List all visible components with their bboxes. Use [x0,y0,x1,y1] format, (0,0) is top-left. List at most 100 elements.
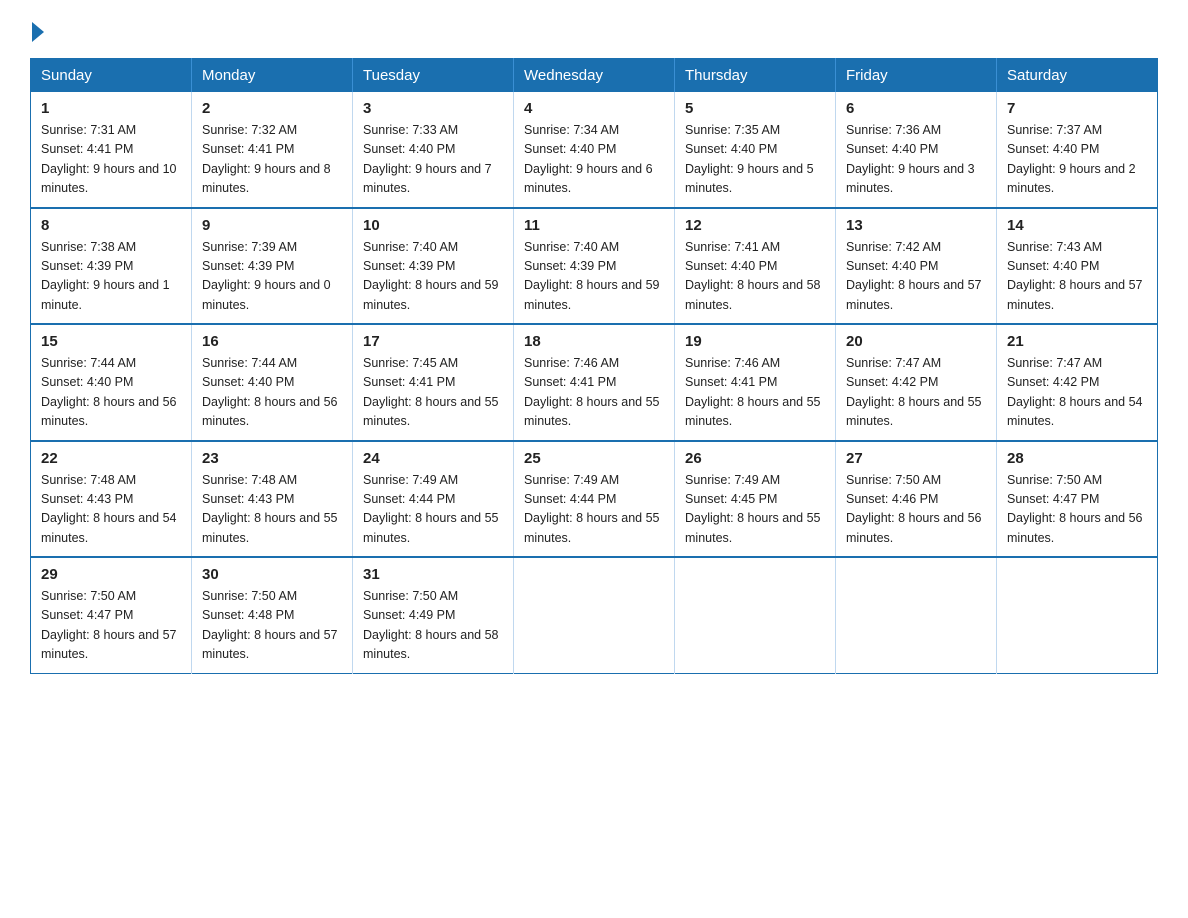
calendar-cell: 19 Sunrise: 7:46 AMSunset: 4:41 PMDaylig… [675,324,836,441]
calendar-cell: 30 Sunrise: 7:50 AMSunset: 4:48 PMDaylig… [192,557,353,673]
day-number: 3 [363,100,503,117]
header-tuesday: Tuesday [353,59,514,93]
day-number: 1 [41,100,181,117]
day-info: Sunrise: 7:50 AMSunset: 4:46 PMDaylight:… [846,473,982,545]
logo [30,20,44,42]
day-number: 2 [202,100,342,117]
day-number: 14 [1007,217,1147,234]
page-header [30,20,1158,42]
calendar-cell: 7 Sunrise: 7:37 AMSunset: 4:40 PMDayligh… [997,92,1158,208]
calendar-cell: 12 Sunrise: 7:41 AMSunset: 4:40 PMDaylig… [675,208,836,325]
day-number: 29 [41,566,181,583]
calendar-cell [514,557,675,673]
day-number: 20 [846,333,986,350]
day-info: Sunrise: 7:48 AMSunset: 4:43 PMDaylight:… [202,473,338,545]
day-info: Sunrise: 7:44 AMSunset: 4:40 PMDaylight:… [41,356,177,428]
day-info: Sunrise: 7:49 AMSunset: 4:44 PMDaylight:… [363,473,499,545]
day-number: 28 [1007,450,1147,467]
day-info: Sunrise: 7:45 AMSunset: 4:41 PMDaylight:… [363,356,499,428]
calendar-cell: 6 Sunrise: 7:36 AMSunset: 4:40 PMDayligh… [836,92,997,208]
day-info: Sunrise: 7:46 AMSunset: 4:41 PMDaylight:… [524,356,660,428]
day-number: 5 [685,100,825,117]
calendar-cell [675,557,836,673]
calendar-cell: 9 Sunrise: 7:39 AMSunset: 4:39 PMDayligh… [192,208,353,325]
calendar-cell: 10 Sunrise: 7:40 AMSunset: 4:39 PMDaylig… [353,208,514,325]
calendar-cell: 16 Sunrise: 7:44 AMSunset: 4:40 PMDaylig… [192,324,353,441]
calendar-header-row: SundayMondayTuesdayWednesdayThursdayFrid… [31,59,1158,93]
day-info: Sunrise: 7:46 AMSunset: 4:41 PMDaylight:… [685,356,821,428]
day-info: Sunrise: 7:49 AMSunset: 4:45 PMDaylight:… [685,473,821,545]
header-saturday: Saturday [997,59,1158,93]
day-info: Sunrise: 7:42 AMSunset: 4:40 PMDaylight:… [846,240,982,312]
calendar-cell: 11 Sunrise: 7:40 AMSunset: 4:39 PMDaylig… [514,208,675,325]
calendar-cell: 4 Sunrise: 7:34 AMSunset: 4:40 PMDayligh… [514,92,675,208]
day-info: Sunrise: 7:40 AMSunset: 4:39 PMDaylight:… [363,240,499,312]
day-number: 16 [202,333,342,350]
calendar-cell: 14 Sunrise: 7:43 AMSunset: 4:40 PMDaylig… [997,208,1158,325]
day-number: 23 [202,450,342,467]
day-info: Sunrise: 7:50 AMSunset: 4:47 PMDaylight:… [1007,473,1143,545]
header-monday: Monday [192,59,353,93]
day-number: 18 [524,333,664,350]
calendar-week-row: 22 Sunrise: 7:48 AMSunset: 4:43 PMDaylig… [31,441,1158,558]
day-info: Sunrise: 7:50 AMSunset: 4:47 PMDaylight:… [41,589,177,661]
calendar-cell: 24 Sunrise: 7:49 AMSunset: 4:44 PMDaylig… [353,441,514,558]
calendar-cell: 31 Sunrise: 7:50 AMSunset: 4:49 PMDaylig… [353,557,514,673]
day-number: 17 [363,333,503,350]
calendar-cell: 26 Sunrise: 7:49 AMSunset: 4:45 PMDaylig… [675,441,836,558]
day-number: 27 [846,450,986,467]
day-number: 22 [41,450,181,467]
day-info: Sunrise: 7:37 AMSunset: 4:40 PMDaylight:… [1007,123,1136,195]
calendar-cell: 5 Sunrise: 7:35 AMSunset: 4:40 PMDayligh… [675,92,836,208]
day-info: Sunrise: 7:44 AMSunset: 4:40 PMDaylight:… [202,356,338,428]
calendar-cell: 29 Sunrise: 7:50 AMSunset: 4:47 PMDaylig… [31,557,192,673]
calendar-cell: 13 Sunrise: 7:42 AMSunset: 4:40 PMDaylig… [836,208,997,325]
calendar-cell: 21 Sunrise: 7:47 AMSunset: 4:42 PMDaylig… [997,324,1158,441]
day-number: 12 [685,217,825,234]
day-info: Sunrise: 7:36 AMSunset: 4:40 PMDaylight:… [846,123,975,195]
calendar-cell [836,557,997,673]
day-number: 15 [41,333,181,350]
day-info: Sunrise: 7:50 AMSunset: 4:49 PMDaylight:… [363,589,499,661]
header-thursday: Thursday [675,59,836,93]
day-info: Sunrise: 7:47 AMSunset: 4:42 PMDaylight:… [846,356,982,428]
day-number: 24 [363,450,503,467]
day-number: 31 [363,566,503,583]
calendar-week-row: 15 Sunrise: 7:44 AMSunset: 4:40 PMDaylig… [31,324,1158,441]
day-number: 30 [202,566,342,583]
day-info: Sunrise: 7:48 AMSunset: 4:43 PMDaylight:… [41,473,177,545]
day-number: 7 [1007,100,1147,117]
calendar-cell: 25 Sunrise: 7:49 AMSunset: 4:44 PMDaylig… [514,441,675,558]
calendar-week-row: 29 Sunrise: 7:50 AMSunset: 4:47 PMDaylig… [31,557,1158,673]
calendar-week-row: 1 Sunrise: 7:31 AMSunset: 4:41 PMDayligh… [31,92,1158,208]
day-info: Sunrise: 7:47 AMSunset: 4:42 PMDaylight:… [1007,356,1143,428]
day-info: Sunrise: 7:34 AMSunset: 4:40 PMDaylight:… [524,123,653,195]
calendar-cell: 1 Sunrise: 7:31 AMSunset: 4:41 PMDayligh… [31,92,192,208]
calendar-cell: 3 Sunrise: 7:33 AMSunset: 4:40 PMDayligh… [353,92,514,208]
calendar-cell: 18 Sunrise: 7:46 AMSunset: 4:41 PMDaylig… [514,324,675,441]
day-info: Sunrise: 7:39 AMSunset: 4:39 PMDaylight:… [202,240,331,312]
day-info: Sunrise: 7:35 AMSunset: 4:40 PMDaylight:… [685,123,814,195]
header-friday: Friday [836,59,997,93]
calendar-cell: 28 Sunrise: 7:50 AMSunset: 4:47 PMDaylig… [997,441,1158,558]
calendar-cell: 20 Sunrise: 7:47 AMSunset: 4:42 PMDaylig… [836,324,997,441]
day-number: 8 [41,217,181,234]
day-info: Sunrise: 7:41 AMSunset: 4:40 PMDaylight:… [685,240,821,312]
calendar-cell: 22 Sunrise: 7:48 AMSunset: 4:43 PMDaylig… [31,441,192,558]
calendar-cell: 17 Sunrise: 7:45 AMSunset: 4:41 PMDaylig… [353,324,514,441]
calendar-cell: 23 Sunrise: 7:48 AMSunset: 4:43 PMDaylig… [192,441,353,558]
day-number: 13 [846,217,986,234]
calendar-week-row: 8 Sunrise: 7:38 AMSunset: 4:39 PMDayligh… [31,208,1158,325]
day-info: Sunrise: 7:31 AMSunset: 4:41 PMDaylight:… [41,123,177,195]
day-number: 6 [846,100,986,117]
day-info: Sunrise: 7:50 AMSunset: 4:48 PMDaylight:… [202,589,338,661]
day-number: 9 [202,217,342,234]
day-number: 11 [524,217,664,234]
logo-arrow-icon [32,22,44,42]
calendar-cell: 8 Sunrise: 7:38 AMSunset: 4:39 PMDayligh… [31,208,192,325]
day-info: Sunrise: 7:33 AMSunset: 4:40 PMDaylight:… [363,123,492,195]
day-number: 21 [1007,333,1147,350]
day-info: Sunrise: 7:38 AMSunset: 4:39 PMDaylight:… [41,240,170,312]
day-number: 10 [363,217,503,234]
header-wednesday: Wednesday [514,59,675,93]
